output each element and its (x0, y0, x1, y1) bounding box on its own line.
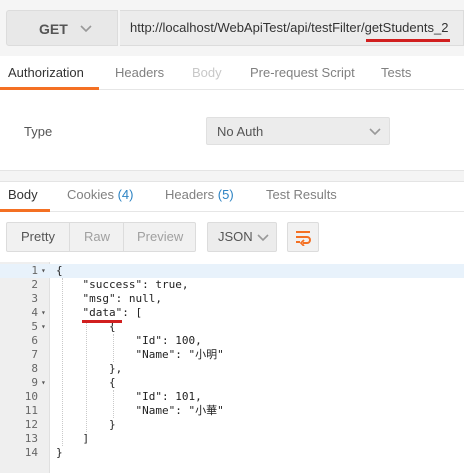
tab-headers[interactable]: Headers (115, 65, 164, 80)
pretty-button[interactable]: Pretty (21, 229, 55, 244)
indent-guide (113, 334, 114, 362)
preview-button[interactable]: Preview (137, 229, 183, 244)
annotation-underline (82, 320, 122, 323)
line-number: 8 (31, 362, 38, 375)
code-line: 11 "Name": "小華" (0, 404, 464, 418)
language-value: JSON (218, 229, 253, 244)
auth-type-label: Type (24, 124, 53, 139)
line-number: 3 (31, 292, 38, 305)
request-bar: GET http://localhost/WebApiTest/api/test… (0, 0, 464, 56)
tab-cookies[interactable]: Cookies (4) (67, 187, 133, 202)
headers-count: (5) (217, 187, 234, 202)
code-line: 3 "msg": null, (0, 292, 464, 306)
fold-arrow-icon[interactable]: ▾ (41, 376, 46, 390)
response-body-editor[interactable]: 1 ▾{2 "success": true, 3 "msg": null, 4 ▾ "d… (0, 262, 464, 473)
chevron-down-icon (256, 230, 270, 247)
code-line: 7 "Name": "小明" (0, 348, 464, 362)
method-select[interactable]: GET (6, 10, 118, 46)
tab-authorization[interactable]: Authorization (8, 65, 84, 80)
cookies-count: (4) (117, 187, 134, 202)
code-text: "success": true, (56, 278, 189, 291)
wrap-lines-icon (294, 228, 312, 249)
tab-tests[interactable]: Tests (381, 65, 411, 80)
code-line: 2 "success": true, (0, 278, 464, 292)
tab-cookies-label: Cookies (67, 187, 114, 202)
chevron-down-icon (367, 123, 383, 142)
line-number: 2 (31, 278, 38, 291)
divider (69, 223, 70, 251)
indent-guide (113, 390, 114, 418)
code-text: "Name": "小明" (56, 348, 224, 361)
tab-headers-label: Headers (165, 187, 215, 202)
indent-guide (62, 278, 63, 446)
line-number: 6 (31, 334, 38, 347)
tab-test-results[interactable]: Test Results (266, 187, 337, 202)
code-text: } (56, 446, 63, 459)
code-text: ] (56, 432, 90, 445)
line-number: 11 (24, 404, 38, 417)
line-number: 13 (24, 432, 38, 445)
line-number: 9 (31, 376, 38, 389)
tab-body[interactable]: Body (192, 65, 222, 80)
divider (123, 223, 124, 251)
code-line: 8 }, (0, 362, 464, 376)
request-tabs: Authorization Headers Body Pre-request S… (0, 60, 464, 90)
method-label: GET (39, 21, 68, 37)
code-line: 4 ▾ "data": [ (0, 306, 464, 320)
tab-response-headers[interactable]: Headers (5) (165, 187, 234, 202)
auth-type-select[interactable]: No Auth (206, 117, 390, 145)
code-text: "data": [ (56, 306, 143, 319)
code-line: 9 ▾ { (0, 376, 464, 390)
code-text: "Id": 101, (56, 390, 202, 403)
fold-arrow-icon[interactable]: ▾ (41, 264, 46, 278)
line-number: 7 (31, 348, 38, 361)
code-text: "Id": 100, (56, 334, 202, 347)
response-tabs: Body Cookies (4) Headers (5) Test Result… (0, 182, 464, 212)
code-text: "Name": "小華" (56, 404, 224, 417)
code-line: 6 "Id": 100, (0, 334, 464, 348)
line-number: 10 (24, 390, 38, 403)
section-divider (0, 170, 464, 182)
code-text: }, (56, 362, 123, 375)
code-line: 10 "Id": 101, (0, 390, 464, 404)
raw-button[interactable]: Raw (84, 229, 110, 244)
line-number: 1 (31, 264, 38, 277)
code-line: 14} (0, 446, 464, 460)
annotation-underline (366, 39, 450, 42)
code-line: 13 ] (0, 432, 464, 446)
line-number: 14 (24, 446, 38, 459)
format-toggle-group: Pretty Raw Preview (6, 222, 196, 252)
tab-pre-request-script[interactable]: Pre-request Script (250, 65, 355, 80)
line-number: 5 (31, 320, 38, 333)
active-tab-indicator (0, 87, 99, 90)
tab-response-body[interactable]: Body (8, 187, 38, 202)
url-text: http://localhost/WebApiTest/api/testFilt… (130, 20, 449, 35)
auth-type-value: No Auth (217, 124, 264, 139)
code-text: { (56, 264, 63, 277)
language-select[interactable]: JSON (207, 222, 277, 252)
active-tab-indicator (0, 209, 50, 212)
line-number: 12 (24, 418, 38, 431)
code-line: 5 ▾ { (0, 320, 464, 334)
indent-guide (86, 320, 87, 432)
chevron-down-icon (79, 21, 93, 38)
line-number: 4 (31, 306, 38, 319)
fold-arrow-icon[interactable]: ▾ (41, 320, 46, 334)
code-line: 12 } (0, 418, 464, 432)
fold-arrow-icon[interactable]: ▾ (41, 306, 46, 320)
code-line: 1 ▾ { (0, 264, 464, 278)
code-text: "msg": null, (56, 292, 162, 305)
wrap-lines-button[interactable] (287, 222, 319, 252)
